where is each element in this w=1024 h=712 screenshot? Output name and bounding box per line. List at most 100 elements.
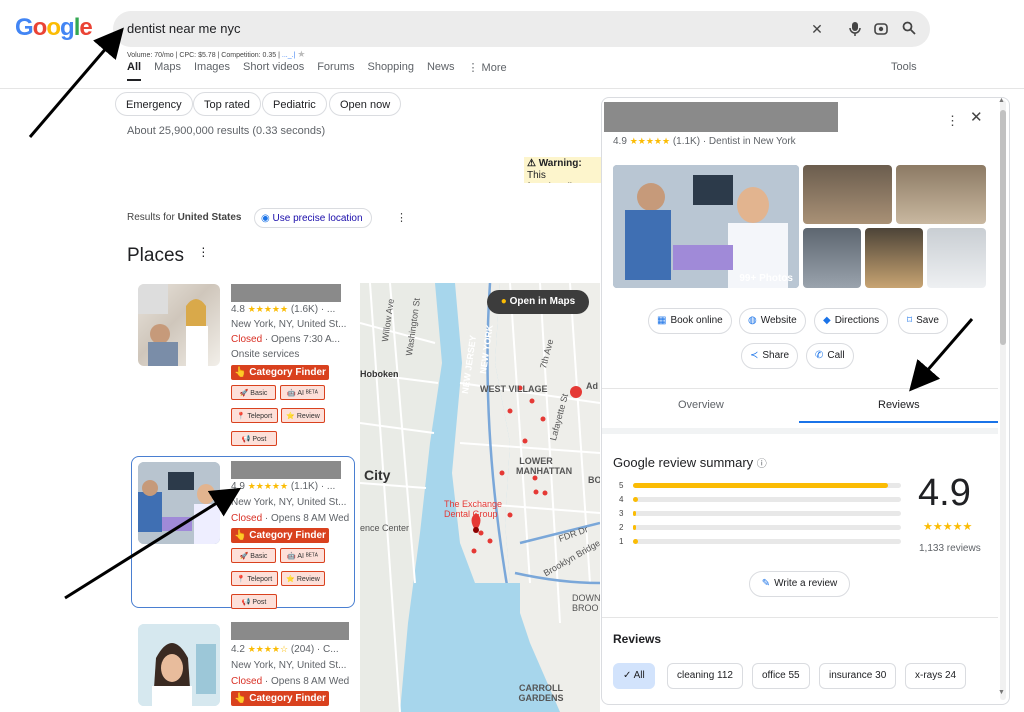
place-rating: 4.2 [231, 644, 245, 655]
logo-letter: o [32, 14, 48, 41]
place-rating-line: 4.9 ★★★★★ (1.1K) · ... [231, 481, 353, 492]
review-button[interactable]: ⭐ Review [281, 571, 325, 586]
rating-row-label: 4 [619, 495, 624, 504]
open-in-maps-label: Open in Maps [509, 296, 576, 307]
info-icon[interactable]: ⓘ [757, 459, 767, 470]
scroll-down-icon[interactable]: ▼ [998, 689, 1005, 696]
photo-thumb[interactable] [896, 165, 986, 224]
results-for-location: United States [177, 212, 242, 223]
photos-count[interactable]: 99+ Photos [739, 273, 793, 284]
close-icon[interactable]: ✕ [970, 108, 983, 126]
call-button[interactable]: ✆ Call [806, 343, 854, 369]
place-photo[interactable] [138, 284, 220, 366]
share-button[interactable]: ≺ Share [741, 343, 799, 369]
basic-button[interactable]: 🚀 Basic [231, 548, 276, 563]
search-icon[interactable] [901, 21, 917, 37]
tools-button[interactable]: Tools [891, 61, 917, 73]
lens-icon[interactable] [873, 21, 889, 37]
tab-news[interactable]: News [427, 61, 455, 81]
photo-thumb[interactable] [927, 228, 986, 288]
book-online-button[interactable]: ▦ Book online [648, 308, 732, 334]
map-place-label[interactable]: The Exchange Dental Group [444, 499, 518, 519]
tab-shopping[interactable]: Shopping [367, 61, 414, 81]
place-photo[interactable] [138, 624, 220, 706]
place-rating-line: 4.2 ★★★★☆ (204) · C... [231, 644, 353, 655]
globe-icon: ◍ [748, 315, 757, 326]
photo-thumb[interactable] [803, 165, 892, 224]
directions-icon: ◆ [823, 315, 831, 326]
filter-all[interactable]: ✓ All [613, 663, 655, 689]
arrow-to-search [28, 27, 124, 138]
category-finder-button[interactable]: 👆 Category Finder [231, 365, 329, 380]
teleport-button[interactable]: 📍 Teleport [231, 408, 278, 423]
main-photo[interactable]: 99+ Photos [613, 165, 799, 288]
chip-open-now[interactable]: Open now [329, 92, 402, 116]
photo-thumb[interactable] [865, 228, 923, 288]
panel-rating-line: 4.9 ★★★★★ (1.1K) · Dentist in New York [613, 136, 796, 147]
chip-pediatric[interactable]: Pediatric [262, 92, 327, 116]
place-name-redacted[interactable] [231, 622, 349, 640]
place-hours-line: Closed · Opens 7:30 A... [231, 334, 353, 345]
tab-more[interactable]: ⋮ More [468, 61, 507, 81]
tab-images[interactable]: Images [194, 61, 230, 81]
post-button[interactable]: 📢 Post [231, 431, 277, 446]
filter-office[interactable]: office 55 [752, 663, 810, 689]
share-icon: ≺ [750, 350, 759, 361]
directions-button[interactable]: ◆ Directions [814, 308, 889, 334]
basic-button[interactable]: 🚀 Basic [231, 385, 276, 400]
directions-label: Directions [834, 315, 880, 326]
map-label: CARROLL GARDENS [518, 683, 564, 703]
rating-bar [633, 511, 901, 516]
map-label: DOWN BROO [572, 593, 600, 613]
tab-forums[interactable]: Forums [317, 61, 354, 81]
teleport-button[interactable]: 📍 Teleport [231, 571, 278, 586]
more-options-icon[interactable]: ⋮ [396, 211, 407, 224]
tab-maps[interactable]: Maps [154, 61, 181, 81]
map-view[interactable]: NEW JERSEY NEW YORK Hoboken WEST VILLAGE… [360, 283, 600, 712]
chip-top-rated[interactable]: Top rated [193, 92, 261, 116]
search-input[interactable]: dentist near me nyc [127, 21, 240, 36]
tab-short-videos[interactable]: Short videos [243, 61, 304, 81]
panel-scrollbar-thumb[interactable] [1000, 110, 1006, 345]
filter-insurance[interactable]: insurance 30 [819, 663, 897, 689]
google-logo[interactable]: Google [15, 14, 93, 42]
tab-all[interactable]: All [127, 61, 142, 81]
place-name-redacted[interactable] [231, 284, 341, 302]
location-target-icon: ◉ [261, 213, 270, 224]
total-reviews[interactable]: 1,133 reviews [919, 543, 981, 554]
panel-menu-icon[interactable]: ⋮ [946, 113, 959, 129]
business-name-redacted [604, 102, 838, 132]
category-finder-button[interactable]: 👆 Category Finder [231, 528, 329, 543]
filter-cleaning[interactable]: cleaning 112 [667, 663, 743, 689]
logo-letter: g [60, 14, 75, 41]
open-in-maps-button[interactable]: ● Open in Maps [487, 290, 589, 314]
panel-review-count[interactable]: (1.1K) [673, 136, 700, 147]
map-label: ence Center [360, 523, 410, 533]
mic-icon[interactable] [847, 21, 863, 37]
ai-button[interactable]: 🤖 AI ᴮᴱᵀᴬ [280, 548, 325, 563]
website-button[interactable]: ◍ Website [739, 308, 806, 334]
tab-reviews[interactable]: Reviews [878, 399, 920, 411]
post-button[interactable]: 📢 Post [231, 594, 277, 609]
review-button[interactable]: ⭐ Review [281, 408, 325, 423]
ai-button[interactable]: 🤖 AI ᴮᴱᵀᴬ [280, 385, 325, 400]
photo-thumb[interactable] [803, 228, 861, 288]
scroll-up-icon[interactable]: ▲ [998, 97, 1005, 104]
info-dots-icon[interactable]: ⋮ [197, 245, 209, 259]
place-address: New York, NY, United St... [231, 660, 347, 671]
map-label: Hoboken [360, 369, 399, 379]
place-name-redacted[interactable] [231, 461, 341, 479]
search-bar[interactable]: dentist near me nyc ✕ [113, 11, 930, 47]
save-button[interactable]: ⌑ Save [898, 308, 948, 334]
tab-overview[interactable]: Overview [678, 399, 724, 411]
write-review-button[interactable]: ✎ Write a review [749, 571, 850, 597]
clear-icon[interactable]: ✕ [809, 21, 825, 37]
precise-location-button[interactable]: ◉ Use precise location [254, 208, 372, 228]
chip-emergency[interactable]: Emergency [115, 92, 193, 116]
category-finder-button[interactable]: 👆 Category Finder [231, 691, 329, 706]
star-icon[interactable]: ★ [297, 49, 305, 59]
check-icon: ✓ [623, 670, 632, 681]
place-rating: 4.8 [231, 304, 245, 315]
filter-x-rays[interactable]: x-rays 24 [905, 663, 967, 689]
place-photo[interactable] [138, 462, 220, 544]
